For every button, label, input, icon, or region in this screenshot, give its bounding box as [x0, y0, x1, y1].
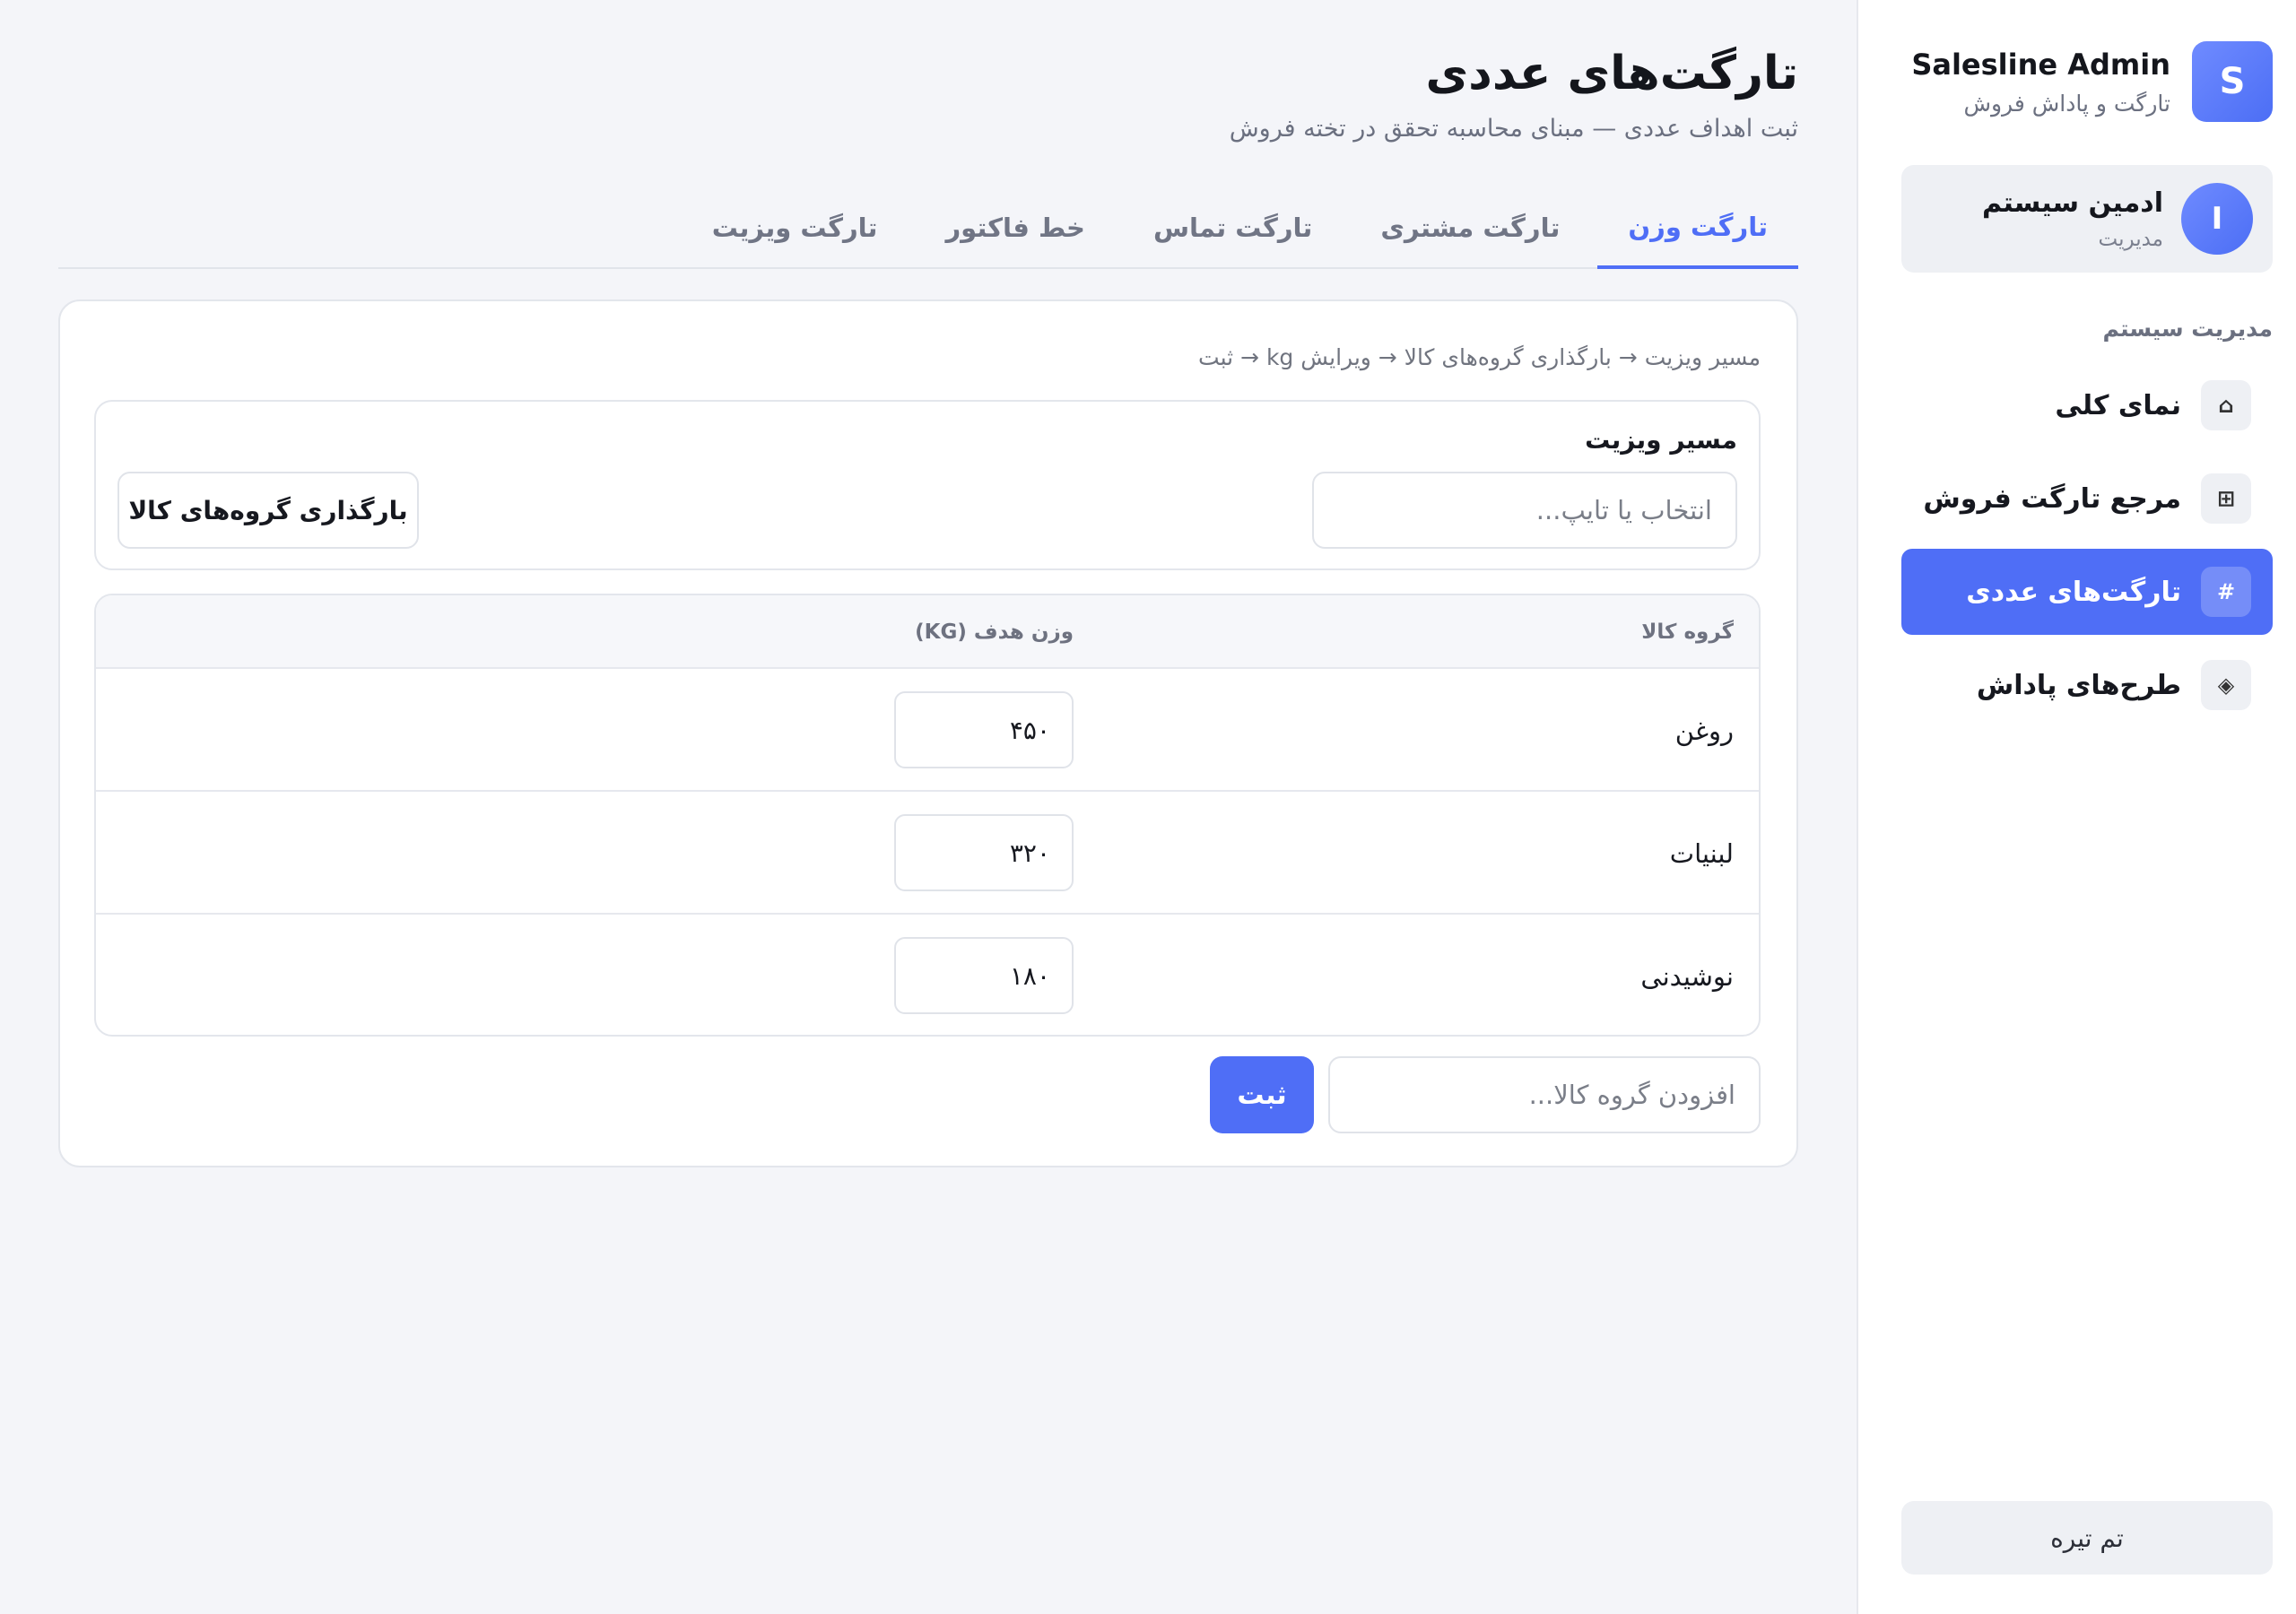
sidebar-item-overview[interactable]: ⌂ نمای کلی [1901, 362, 2273, 448]
user-role: مدیریت [2098, 227, 2163, 251]
page-title: تارگت‌های عددی [1425, 47, 1798, 100]
grid-icon: ⊞ [2201, 473, 2251, 524]
breadcrumb: مسیر ویزیت → بارگذاری گروه‌های کالا → وی… [1198, 344, 1761, 370]
main-content: تارگت‌های عددی ثبت اهداف عددی — مبنای مح… [58, 0, 1798, 1614]
sidebar-item-label: نمای کلی [2055, 389, 2181, 421]
tab-call-target[interactable]: تارگت تماس [1123, 188, 1343, 267]
route-label: مسیر ویزیت [1585, 425, 1737, 455]
brand: S Salesline Admin تارگت و پاداش فروش [1896, 41, 2273, 122]
column-header-target-weight: وزن هدف (KG) [915, 620, 1074, 644]
user-card[interactable]: I ادمین سیستم مدیریت [1901, 165, 2273, 273]
add-product-group-input[interactable] [1328, 1056, 1761, 1133]
target-weight-input[interactable] [894, 937, 1074, 1014]
user-name: ادمین سیستم [1982, 187, 2163, 219]
sidebar-nav: ⌂ نمای کلی ⊞ مرجع تارگت فروش # تارگت‌های… [1901, 362, 2273, 735]
home-icon: ⌂ [2201, 380, 2251, 430]
table-row: نوشیدنی [96, 915, 1759, 1035]
sidebar-item-label: مرجع تارگت فروش [1923, 482, 2181, 515]
tab-weight-target[interactable]: تارگت وزن [1597, 188, 1798, 269]
product-group-name: نوشیدنی [1640, 961, 1734, 992]
brand-title: Salesline Admin [1911, 47, 2170, 82]
hash-icon: # [2201, 567, 2251, 617]
table-header: گروه کالا وزن هدف (KG) [96, 595, 1759, 669]
route-input[interactable] [1312, 472, 1737, 549]
sidebar-item-label: تارگت‌های عددی [1966, 576, 2181, 608]
sidebar-item-label: طرح‌های پاداش [1976, 669, 2181, 701]
target-weight-input[interactable] [894, 814, 1074, 891]
tab-invoice-line[interactable]: خط فاکتور [915, 188, 1116, 267]
page-subtitle: ثبت اهداف عددی — مبنای محاسبه تحقق در تخ… [1229, 115, 1798, 143]
route-panel: مسیر ویزیت بارگذاری گروه‌های کالا [94, 400, 1761, 570]
nav-section-title: مدیریت سیستم [2102, 316, 2273, 342]
tab-bar: تارگت وزن تارگت مشتری تارگت تماس خط فاکت… [58, 188, 1798, 269]
dark-theme-button[interactable]: تم تیره [1901, 1501, 2273, 1575]
diamond-icon: ◈ [2201, 660, 2251, 710]
table-row: لبنیات [96, 792, 1759, 915]
product-group-name: لبنیات [1669, 838, 1734, 869]
sidebar-item-reward-plans[interactable]: ◈ طرح‌های پاداش [1901, 642, 2273, 728]
weight-target-card: مسیر ویزیت → بارگذاری گروه‌های کالا → وی… [58, 299, 1798, 1167]
column-header-product-group: گروه کالا [1641, 620, 1734, 644]
load-product-groups-button[interactable]: بارگذاری گروه‌های کالا [117, 472, 419, 549]
sidebar-item-sales-target-reference[interactable]: ⊞ مرجع تارگت فروش [1901, 456, 2273, 542]
avatar: I [2181, 183, 2253, 255]
sidebar: S Salesline Admin تارگت و پاداش فروش I ا… [1857, 0, 2296, 1614]
target-table: گروه کالا وزن هدف (KG) روغن لبنیات نوشید… [94, 594, 1761, 1037]
product-group-name: روغن [1674, 716, 1734, 746]
tab-visit-target[interactable]: تارگت ویزیت [682, 188, 909, 267]
brand-subtitle: تارگت و پاداش فروش [1963, 90, 2170, 117]
target-weight-input[interactable] [894, 691, 1074, 768]
submit-button[interactable]: ثبت [1210, 1056, 1314, 1133]
brand-logo: S [2192, 41, 2273, 122]
table-row: روغن [96, 669, 1759, 792]
sidebar-item-numeric-targets[interactable]: # تارگت‌های عددی [1901, 549, 2273, 635]
tab-customer-target[interactable]: تارگت مشتری [1350, 188, 1590, 267]
